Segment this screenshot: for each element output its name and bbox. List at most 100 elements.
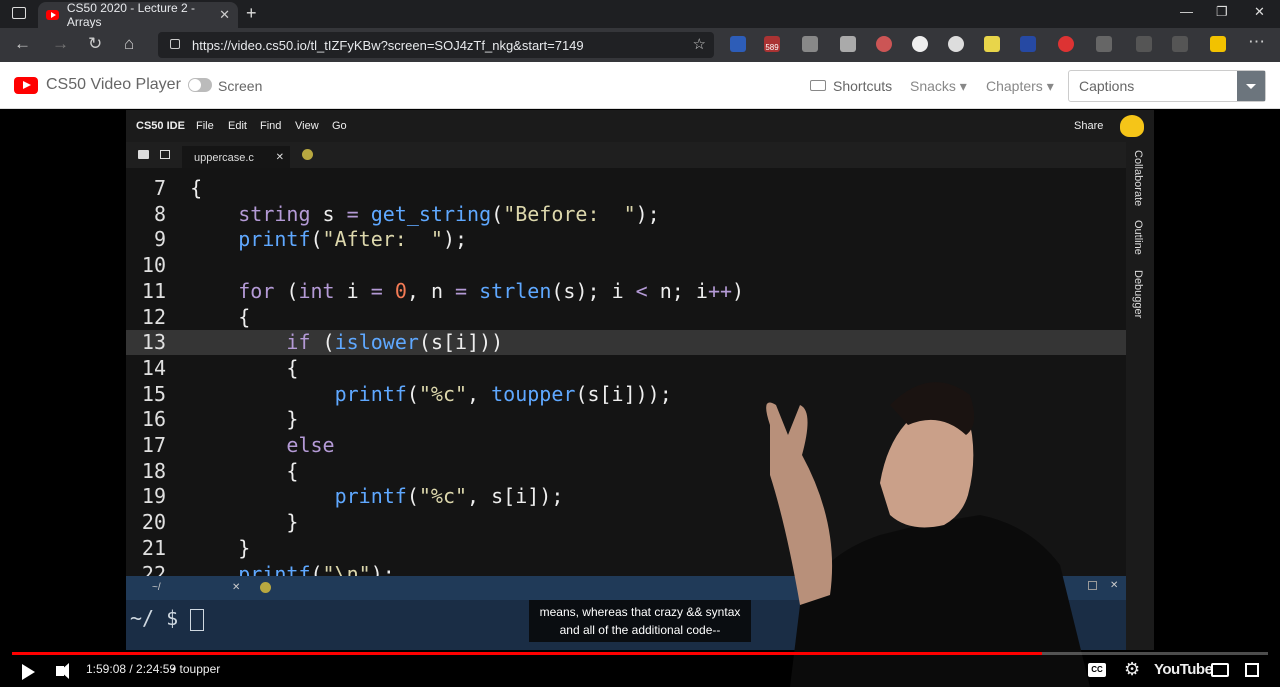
terminal-tab-name: ~/: [152, 582, 161, 593]
settings-gear-icon[interactable]: ⚙: [1124, 659, 1140, 680]
line-number: 10: [141, 253, 166, 278]
minimize-button[interactable]: —: [1180, 4, 1193, 19]
line-number: 17: [141, 433, 166, 457]
rail-debugger: Debugger: [1132, 270, 1144, 319]
nav-bar: ← → ↻ ⌂ https://video.cs50.io/tl_tIZFyKB…: [0, 28, 1280, 62]
ide-menu-file: File: [196, 120, 214, 132]
maximize-button[interactable]: ❐: [1216, 4, 1228, 20]
collections-icon[interactable]: [1172, 36, 1188, 52]
michigan-extension-icon[interactable]: [1210, 36, 1226, 52]
folder-icon: [138, 150, 149, 159]
code-line: 10: [126, 253, 1126, 278]
reload-icon[interactable]: ↻: [88, 34, 102, 54]
more-menu-icon[interactable]: ⋯: [1248, 32, 1265, 52]
ide-tab-bar: uppercase.c ✕: [126, 142, 1126, 168]
progress-bar[interactable]: [12, 652, 1268, 655]
address-bar[interactable]: https://video.cs50.io/tl_tIZFyKBw?screen…: [158, 32, 714, 58]
lock-icon: [170, 39, 180, 49]
back-arrow-icon[interactable]: ←: [14, 34, 31, 54]
volume-icon[interactable]: [56, 663, 69, 679]
line-number: 12: [141, 304, 166, 329]
line-number: 22: [141, 561, 166, 577]
player-controls: 1:59:08 / 2:24:59 • toupper CC ⚙ YouTube: [0, 658, 1280, 687]
snacks-dropdown[interactable]: Snacks ▾: [910, 78, 967, 95]
url-text: https://video.cs50.io/tl_tIZFyKBw?screen…: [192, 37, 584, 53]
player-title: CS50 Video Player: [46, 76, 181, 93]
line-number: 14: [141, 355, 166, 380]
screen-toggle[interactable]: [188, 78, 212, 92]
tab-bar: CS50 2020 - Lecture 2 - Arrays ✕ + — ❐ ✕: [0, 0, 1280, 29]
line-number: 16: [141, 407, 166, 432]
ide-menu-view: View: [295, 120, 319, 132]
cast-icon[interactable]: [1211, 663, 1229, 677]
progress-fill: [12, 652, 1042, 655]
ide-file-tab: uppercase.c ✕: [182, 146, 290, 168]
extension-icon[interactable]: [984, 36, 1000, 52]
ide-menubar: CS50 IDE File Edit Find View Go Share: [126, 110, 1154, 142]
chevron-down-icon[interactable]: [1237, 71, 1265, 101]
captions-value: Captions: [1079, 78, 1135, 94]
new-tab-button[interactable]: +: [246, 3, 257, 24]
forward-arrow-icon[interactable]: →: [52, 34, 69, 54]
prompt-text: ~/ $: [130, 606, 191, 630]
fullscreen-icon[interactable]: [1245, 663, 1259, 677]
screen-label: Screen: [218, 78, 263, 94]
code-line: 8 string s = get_string("Before: ");: [126, 202, 1126, 227]
youtube-brand-link[interactable]: YouTube: [1154, 661, 1213, 678]
eye-extension-icon[interactable]: [912, 36, 928, 52]
extension-icon[interactable]: [1020, 36, 1036, 52]
youtube-logo-icon: [14, 77, 38, 94]
browser-chrome: CS50 2020 - Lecture 2 - Arrays ✕ + — ❐ ✕…: [0, 0, 1280, 62]
favorite-star-icon[interactable]: ☆: [693, 35, 706, 53]
ide-brand: CS50 IDE: [136, 120, 185, 132]
chapter-label[interactable]: • toupper: [172, 662, 220, 676]
extension-icon[interactable]: [876, 36, 892, 52]
video-player[interactable]: CS50 IDE File Edit Find View Go Share up…: [0, 110, 1280, 687]
shortcuts-button[interactable]: Shortcuts: [833, 78, 892, 94]
puzzle-extensions-icon[interactable]: [1096, 36, 1112, 52]
add-tab-icon: [302, 149, 313, 160]
code-line: 11 for (int i = 0, n = strlen(s); i < n;…: [126, 279, 1126, 304]
extension-icon[interactable]: [802, 36, 818, 52]
extension-icon[interactable]: [840, 36, 856, 52]
rail-collaborate: Collaborate: [1132, 150, 1144, 207]
line-number: 8: [153, 201, 166, 226]
line-number: 9: [153, 227, 166, 252]
chapters-dropdown[interactable]: Chapters ▾: [986, 78, 1054, 95]
code-line: 13 if (islower(s[i])): [126, 330, 1126, 356]
closed-captions-button[interactable]: CC: [1088, 663, 1106, 677]
favorites-icon[interactable]: [1136, 36, 1152, 52]
extension-badge-icon[interactable]: 589: [764, 36, 780, 52]
tab-actions-icon[interactable]: [12, 7, 26, 19]
time-display: 1:59:08 / 2:24:59: [86, 662, 177, 676]
rail-outline: Outline: [1132, 220, 1144, 255]
play-icon[interactable]: [22, 664, 35, 680]
player-header: CS50 Video Player Screen Shortcuts Snack…: [0, 62, 1280, 109]
line-number: 21: [141, 535, 166, 560]
extension-icon[interactable]: [948, 36, 964, 52]
add-terminal-icon: [260, 582, 271, 593]
captions-select[interactable]: Captions: [1068, 70, 1266, 102]
youtube-favicon-icon: [46, 10, 59, 20]
close-window-button[interactable]: ✕: [1254, 4, 1265, 20]
caption-line-2: and all of the additional code--: [559, 623, 721, 637]
caption-line-1: means, whereas that crazy && syntax: [539, 605, 741, 619]
extension-badge-count: 589: [765, 43, 779, 52]
extension-icon[interactable]: [1058, 36, 1074, 52]
ide-menu-find: Find: [260, 120, 282, 132]
tab-close-icon[interactable]: ✕: [219, 7, 230, 23]
code-line: 9 printf("After: ");: [126, 227, 1126, 252]
ide-menu-go: Go: [332, 120, 347, 132]
ide-menu-edit: Edit: [228, 120, 247, 132]
file-icon: [160, 150, 170, 159]
browser-tab[interactable]: CS50 2020 - Lecture 2 - Arrays ✕: [38, 1, 238, 29]
terminal-cursor: [190, 608, 205, 631]
bitwarden-extension-icon[interactable]: [730, 36, 746, 52]
line-number: 11: [141, 278, 166, 303]
terminal-close-icon: ✕: [232, 582, 241, 593]
tab-title: CS50 2020 - Lecture 2 - Arrays: [66, 1, 195, 29]
ide-share: Share: [1074, 120, 1104, 132]
home-icon[interactable]: ⌂: [124, 34, 134, 54]
line-number: 20: [141, 510, 166, 535]
code-line: 7 {: [126, 176, 1126, 201]
